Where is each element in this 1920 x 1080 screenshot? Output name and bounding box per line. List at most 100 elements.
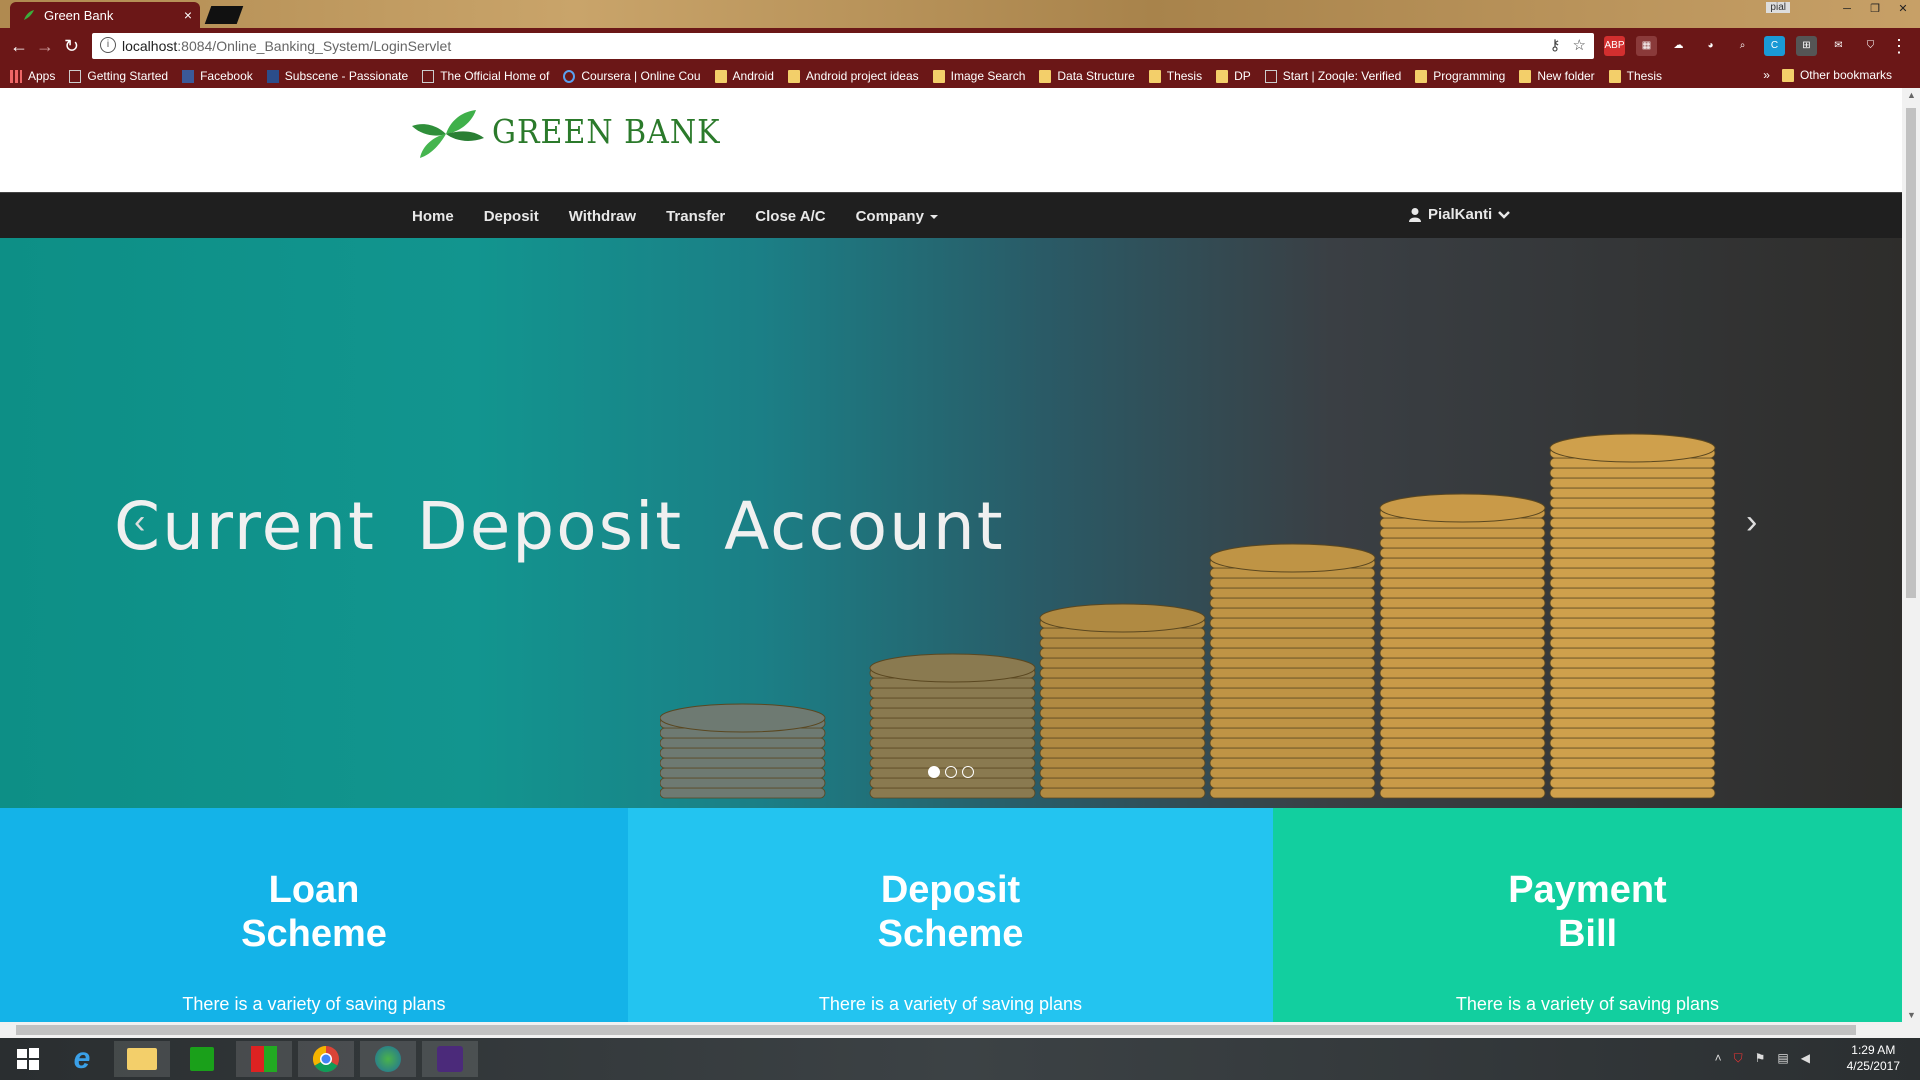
bookmark-item[interactable]: Thesis <box>1608 69 1662 83</box>
feature-text: There is a variety of saving plans <box>1455 994 1720 1014</box>
browser-menu-icon[interactable]: ⋮ <box>1890 36 1908 57</box>
extension-icon[interactable]: ▦ <box>1636 36 1657 56</box>
bookmark-item[interactable]: Data Structure <box>1039 69 1135 83</box>
search-extension-icon[interactable]: ⌕ <box>1732 36 1753 56</box>
minimize-icon[interactable]: ─ <box>1836 2 1858 16</box>
logo-text: GREEN BANK <box>492 112 721 152</box>
close-window-icon[interactable]: ✕ <box>1892 2 1914 16</box>
taskbar-chrome[interactable] <box>298 1041 354 1077</box>
coin-stack <box>660 703 826 799</box>
folder-icon <box>1781 68 1794 82</box>
feature-payment-bill[interactable]: Payment Bill There is a variety of saving… <box>1273 808 1902 1022</box>
site-info-icon[interactable]: i <box>100 37 116 53</box>
back-icon[interactable]: ← <box>10 36 28 57</box>
carousel-next-icon[interactable]: › <box>1746 503 1757 542</box>
bookmark-item[interactable]: Subscene - Passionate <box>266 69 408 83</box>
antivirus-icon[interactable]: ⛉ <box>1734 1051 1743 1066</box>
carousel-indicator[interactable] <box>928 766 940 778</box>
user-menu[interactable]: PialKanti <box>1408 206 1511 223</box>
chevron-up-icon[interactable]: ˄ <box>1715 1051 1722 1066</box>
site-icon <box>1264 69 1277 83</box>
network-icon[interactable]: ▤ <box>1777 1051 1788 1066</box>
bookmark-item[interactable]: Getting Started <box>69 69 168 83</box>
vertical-scrollbar[interactable]: ▲ ▼ <box>1902 88 1920 1022</box>
url-host: localhost <box>122 38 178 54</box>
bookmark-star-icon[interactable]: ☆ <box>1573 36 1586 54</box>
slide-caption: Current Deposit Account <box>114 488 1005 565</box>
taskbar-java-ee[interactable] <box>422 1041 478 1077</box>
leaf-logo-icon <box>412 110 484 158</box>
bookmark-item[interactable]: Android <box>714 69 774 83</box>
extension-icon[interactable]: ◕ <box>1700 36 1721 56</box>
mail-icon[interactable]: ✉ <box>1828 36 1849 56</box>
taskbar-app[interactable] <box>236 1041 292 1077</box>
bookmark-item[interactable]: Image Search <box>932 69 1025 83</box>
volume-icon[interactable]: ◀ <box>1801 1051 1810 1066</box>
store-icon <box>190 1047 214 1071</box>
bookmark-item[interactable]: Apps <box>10 69 55 83</box>
adblock-icon[interactable]: ABP <box>1604 36 1625 56</box>
cloud-icon[interactable]: ☁ <box>1668 36 1689 56</box>
taskbar-store[interactable] <box>174 1041 230 1077</box>
scroll-up-icon[interactable]: ▲ <box>1907 90 1916 100</box>
tab-close-icon[interactable]: × <box>184 7 192 23</box>
extensions-bar: ABP ▦ ☁ ◕ ⌕ C ⊞ ✉ ⛉ <box>1604 36 1881 56</box>
flag-icon[interactable]: ⚑ <box>1755 1051 1766 1066</box>
carousel-prev-icon[interactable]: ‹ <box>134 503 145 542</box>
bookmark-label: Getting Started <box>87 69 169 83</box>
reload-icon[interactable]: ↻ <box>64 36 79 57</box>
scrollbar-thumb[interactable] <box>1906 108 1916 598</box>
address-bar[interactable]: i localhost:8084/Online_Banking_System/L… <box>92 33 1594 59</box>
nav-close-account[interactable]: Close A/C <box>755 208 825 225</box>
bookmark-item[interactable]: Thesis <box>1148 69 1203 83</box>
scroll-down-icon[interactable]: ▼ <box>1907 1010 1916 1020</box>
bookmark-item[interactable]: Programming <box>1415 69 1505 83</box>
extension-icon[interactable]: ⊞ <box>1796 36 1817 56</box>
taskbar-download-manager[interactable] <box>360 1041 416 1077</box>
main-navbar: Home Deposit Withdraw Transfer Close A/C… <box>0 192 1902 238</box>
bookmark-label: Thesis <box>1166 69 1203 83</box>
nav-home[interactable]: Home <box>412 208 454 225</box>
nav-company-dropdown[interactable]: Company <box>856 208 938 225</box>
bookmark-item[interactable]: New folder <box>1519 69 1595 83</box>
bookmark-item[interactable]: DP <box>1216 69 1251 83</box>
browser-tab[interactable]: Green Bank × <box>10 2 200 28</box>
bookmark-item[interactable]: Android project ideas <box>787 69 919 83</box>
horizontal-scrollbar[interactable] <box>0 1022 1920 1038</box>
subscene-icon <box>266 69 279 83</box>
feature-loan-scheme[interactable]: Loan Scheme There is a variety of saving … <box>0 808 628 1022</box>
nav-withdraw[interactable]: Withdraw <box>569 208 636 225</box>
feature-title-line: Scheme <box>241 913 387 955</box>
key-icon[interactable]: ⚷ <box>1550 36 1561 54</box>
profile-badge[interactable]: pial <box>1766 2 1790 13</box>
forward-icon[interactable]: → <box>36 36 54 57</box>
start-button[interactable] <box>0 1041 56 1077</box>
bookmark-item[interactable]: Coursera | Online Cou <box>563 69 701 83</box>
nav-transfer[interactable]: Transfer <box>666 208 725 225</box>
scrollbar-thumb[interactable] <box>16 1025 1856 1035</box>
other-bookmarks[interactable]: Other bookmarks <box>1781 68 1892 82</box>
new-tab-button[interactable] <box>204 6 244 24</box>
shield-icon[interactable]: ⛉ <box>1860 36 1881 56</box>
bookmark-item[interactable]: Start | Zooqle: Verified <box>1264 69 1401 83</box>
extension-c-icon[interactable]: C <box>1764 36 1785 56</box>
feature-deposit-scheme[interactable]: Deposit Scheme There is a variety of savi… <box>628 808 1273 1022</box>
bookmark-label: Android <box>732 69 774 83</box>
folder-icon <box>1608 69 1621 83</box>
clock-date: 4/25/2017 <box>1846 1059 1900 1073</box>
more-bookmarks-icon[interactable]: » <box>1763 68 1770 82</box>
taskbar-file-explorer[interactable] <box>114 1041 170 1077</box>
logo[interactable]: GREEN BANK <box>410 104 721 160</box>
restore-icon[interactable]: ❐ <box>1864 2 1886 16</box>
bookmark-item[interactable]: The Official Home of <box>422 69 549 83</box>
clock[interactable]: 1:29 AM 4/25/2017 <box>1847 1042 1900 1074</box>
carousel-indicator[interactable] <box>945 766 957 778</box>
folder-icon <box>932 69 945 83</box>
nav-deposit[interactable]: Deposit <box>484 208 539 225</box>
folder-icon <box>1039 69 1052 83</box>
carousel-indicator[interactable] <box>962 766 974 778</box>
taskbar-internet-explorer[interactable]: e <box>54 1041 110 1077</box>
bookmark-item[interactable]: Facebook <box>182 69 253 83</box>
folder-icon <box>1415 69 1428 83</box>
folder-icon <box>1216 69 1229 83</box>
